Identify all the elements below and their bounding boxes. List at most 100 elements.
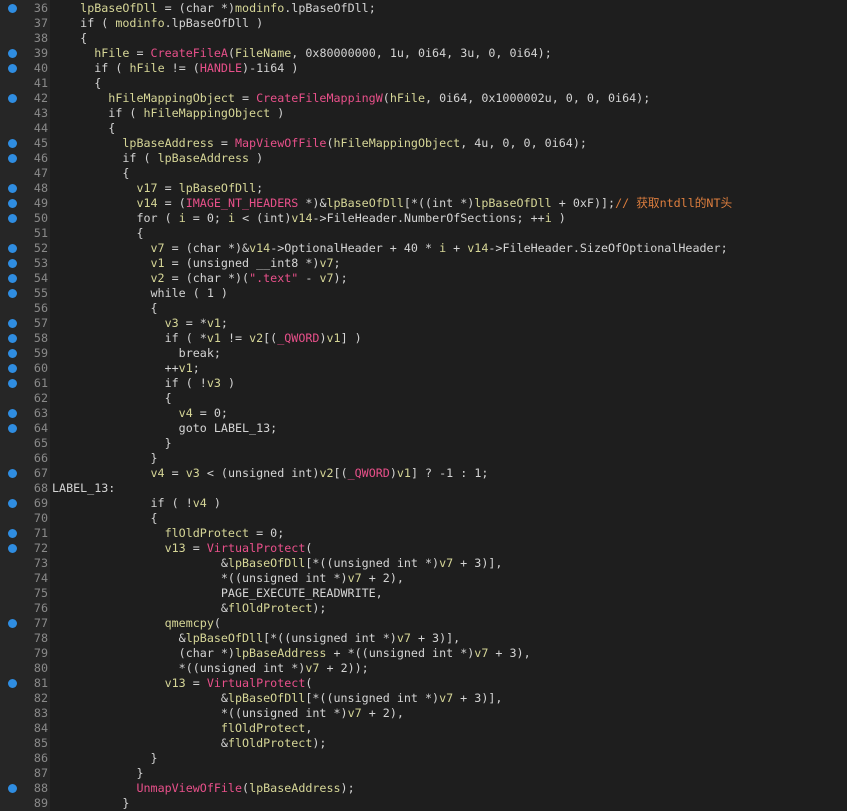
breakpoint-dot-icon[interactable] (8, 409, 17, 418)
identifier: v13 (164, 676, 186, 690)
code-line[interactable]: 87 } (0, 766, 847, 781)
keyword: if (122, 151, 137, 165)
breakpoint-dot-icon[interactable] (8, 184, 17, 193)
identifier: lpBaseOfDll (227, 691, 306, 705)
breakpoint-dot-icon[interactable] (8, 214, 17, 223)
breakpoint-dot-icon[interactable] (8, 424, 17, 433)
breakpoint-dot-icon[interactable] (8, 244, 17, 253)
code-line[interactable]: 40 if ( hFile != (HANDLE)-1i64 ) (0, 61, 847, 76)
identifier: v4 (150, 466, 165, 480)
breakpoint-dot-icon[interactable] (8, 94, 17, 103)
code-line[interactable]: 59 break; (0, 346, 847, 361)
breakpoint-dot-icon[interactable] (8, 274, 17, 283)
code-line[interactable]: 74 *((unsigned int *)v7 + 2), (0, 571, 847, 586)
code-line[interactable]: 52 v7 = (char *)&v14->OptionalHeader + 4… (0, 241, 847, 256)
code-line[interactable]: 81 v13 = VirtualProtect( (0, 676, 847, 691)
code-line[interactable]: 77 qmemcpy( (0, 616, 847, 631)
code-line[interactable]: 79 (char *)lpBaseAddress + *((unsigned i… (0, 646, 847, 661)
code-line[interactable]: 61 if ( !v3 ) (0, 376, 847, 391)
code-text: != (220, 331, 250, 345)
code-line[interactable]: 63 v4 = 0; (0, 406, 847, 421)
identifier: modinfo (115, 16, 165, 30)
code-line[interactable]: 38 { (0, 31, 847, 46)
code-line[interactable]: 69 if ( !v4 ) (0, 496, 847, 511)
pseudocode-view[interactable]: 36 lpBaseOfDll = (char *)modinfo.lpBaseO… (0, 0, 847, 811)
code-line[interactable]: 49 v14 = (IMAGE_NT_HEADERS *)&lpBaseOfDl… (0, 196, 847, 211)
code-line[interactable]: 64 goto LABEL_13; (0, 421, 847, 436)
code-line[interactable]: 60 ++v1; (0, 361, 847, 376)
code-line[interactable]: 54 v2 = (char *)(".text" - v7); (0, 271, 847, 286)
code-text: .lpBaseOfDll; (284, 1, 376, 15)
code-line[interactable]: 44 { (0, 121, 847, 136)
code-line[interactable]: 80 *((unsigned int *)v7 + 2)); (0, 661, 847, 676)
breakpoint-dot-icon[interactable] (8, 784, 17, 793)
code-line[interactable]: 72 v13 = VirtualProtect( (0, 541, 847, 556)
code-text: *)& (298, 196, 327, 210)
code-line[interactable]: 57 v3 = *v1; (0, 316, 847, 331)
breakpoint-dot-icon[interactable] (8, 469, 17, 478)
breakpoint-dot-icon[interactable] (8, 379, 17, 388)
code-content: { (52, 391, 172, 406)
breakpoint-dot-icon[interactable] (8, 499, 17, 508)
line-number: 40 (33, 61, 48, 75)
code-line[interactable]: 68 LABEL_13: (0, 481, 847, 496)
breakpoint-dot-icon[interactable] (8, 544, 17, 553)
breakpoint-dot-icon[interactable] (8, 349, 17, 358)
code-line[interactable]: 70 { (0, 511, 847, 526)
code-line[interactable]: 84 flOldProtect, (0, 721, 847, 736)
breakpoint-dot-icon[interactable] (8, 619, 17, 628)
code-line[interactable]: 65 } (0, 436, 847, 451)
code-line[interactable]: 73 &lpBaseOfDll[*((unsigned int *)v7 + 3… (0, 556, 847, 571)
breakpoint-dot-icon[interactable] (8, 529, 17, 538)
code-line[interactable]: 37 if ( modinfo.lpBaseOfDll ) (0, 16, 847, 31)
breakpoint-dot-icon[interactable] (8, 364, 17, 373)
code-line[interactable]: 42 hFileMappingObject = CreateFileMappin… (0, 91, 847, 106)
code-line[interactable]: 66 } (0, 451, 847, 466)
breakpoint-dot-icon[interactable] (8, 199, 17, 208)
code-line[interactable]: 41 { (0, 76, 847, 91)
identifier: v2 (150, 271, 165, 285)
code-line[interactable]: 88 UnmapViewOfFile(lpBaseAddress); (0, 781, 847, 796)
code-line[interactable]: 78 &lpBaseOfDll[*((unsigned int *)v7 + 3… (0, 631, 847, 646)
code-line[interactable]: 46 if ( lpBaseAddress ) (0, 151, 847, 166)
code-line[interactable]: 62 { (0, 391, 847, 406)
code-line[interactable]: 48 v17 = lpBaseOfDll; (0, 181, 847, 196)
code-line[interactable]: 39 hFile = CreateFileA(FileName, 0x80000… (0, 46, 847, 61)
breakpoint-dot-icon[interactable] (8, 319, 17, 328)
code-line[interactable]: 36 lpBaseOfDll = (char *)modinfo.lpBaseO… (0, 1, 847, 16)
breakpoint-dot-icon[interactable] (8, 64, 17, 73)
breakpoint-dot-icon[interactable] (8, 259, 17, 268)
code-line[interactable]: 53 v1 = (unsigned __int8 *)v7; (0, 256, 847, 271)
code-line[interactable]: 76 &flOldProtect); (0, 601, 847, 616)
breakpoint-dot-icon[interactable] (8, 49, 17, 58)
code-line[interactable]: 86 } (0, 751, 847, 766)
breakpoint-dot-icon[interactable] (8, 334, 17, 343)
code-line[interactable]: 50 for ( i = 0; i < (int) v14->FileHeader… (0, 211, 847, 226)
code-line[interactable]: 47 { (0, 166, 847, 181)
code-line[interactable]: 71 flOldProtect = 0; (0, 526, 847, 541)
code-line[interactable]: 43 if ( hFileMappingObject ) (0, 106, 847, 121)
code-content: UnmapViewOfFile(lpBaseAddress); (52, 781, 354, 796)
breakpoint-dot-icon[interactable] (8, 679, 17, 688)
code-line[interactable]: 85 &flOldProtect); (0, 736, 847, 751)
code-content: qmemcpy( (52, 616, 221, 631)
identifier: v1 (326, 331, 341, 345)
code-text: ; (220, 316, 228, 330)
code-line[interactable]: 58 if ( *v1 != v2[(_QWORD)v1] ) (0, 331, 847, 346)
code-line[interactable]: 56 { (0, 301, 847, 316)
code-line[interactable]: 75 PAGE_EXECUTE_READWRITE, (0, 586, 847, 601)
code-line[interactable]: 67 v4 = v3 < (unsigned int)v2[(_QWORD)v1… (0, 466, 847, 481)
breakpoint-dot-icon[interactable] (8, 4, 17, 13)
code-line[interactable]: 83 *((unsigned int *)v7 + 2), (0, 706, 847, 721)
code-line[interactable]: 89 } (0, 796, 847, 811)
breakpoint-dot-icon[interactable] (8, 154, 17, 163)
code-line[interactable]: 82 &lpBaseOfDll[*((unsigned int *)v7 + 3… (0, 691, 847, 706)
code-line[interactable]: 55 while ( 1 ) (0, 286, 847, 301)
code-line[interactable]: 51 { (0, 226, 847, 241)
breakpoint-dot-icon[interactable] (8, 139, 17, 148)
code-line[interactable]: 45 lpBaseAddress = MapViewOfFile(hFileMa… (0, 136, 847, 151)
keyword: unsigned int (368, 646, 454, 660)
code-text: { (52, 391, 172, 405)
breakpoint-dot-icon[interactable] (8, 289, 17, 298)
code-text: + (410, 631, 433, 645)
